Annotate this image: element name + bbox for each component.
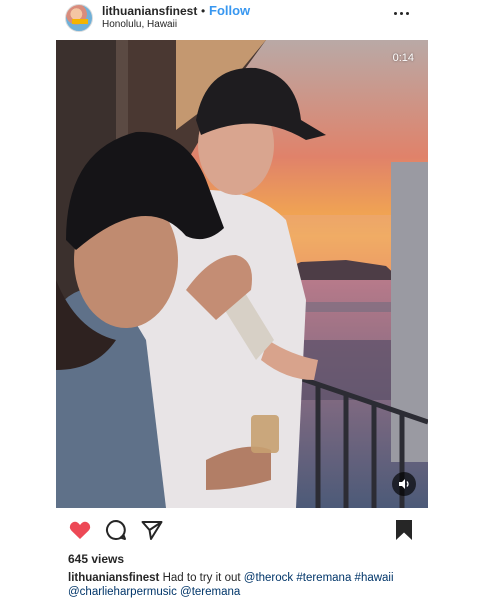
follow-button[interactable]: Follow — [209, 3, 250, 18]
caption-mention[interactable]: @therock — [244, 572, 293, 584]
post-video[interactable]: 0:14 — [56, 40, 428, 508]
speaker-icon[interactable] — [392, 472, 416, 496]
separator-dot: • — [201, 4, 206, 18]
post-location[interactable]: Honolulu, Hawaii — [102, 19, 177, 30]
share-paper-plane-icon[interactable] — [140, 518, 164, 542]
post-username[interactable]: lithuaniansfinest — [102, 4, 197, 18]
more-options-icon[interactable] — [392, 6, 412, 20]
caption-mention[interactable]: @charlieharpermusic — [68, 586, 177, 598]
video-timer: 0:14 — [392, 52, 414, 64]
instagram-post: lithuaniansfinest • Follow Honolulu, Haw… — [56, 0, 428, 600]
comment-icon[interactable] — [104, 518, 128, 542]
post-caption: lithuaniansfinest Had to try it out @the… — [68, 571, 418, 599]
caption-mention[interactable]: @teremana — [180, 586, 240, 598]
video-frame — [56, 40, 428, 508]
post-header: lithuaniansfinest • Follow Honolulu, Haw… — [56, 0, 428, 40]
profile-avatar[interactable] — [65, 4, 93, 32]
view-count[interactable]: 645 views — [68, 552, 124, 566]
post-actions-bar — [56, 514, 428, 546]
caption-hashtag[interactable]: #teremana — [296, 572, 351, 584]
heart-filled-icon[interactable] — [68, 518, 92, 542]
caption-text: Had to try it out — [162, 572, 241, 584]
caption-username[interactable]: lithuaniansfinest — [68, 572, 159, 584]
bookmark-filled-icon[interactable] — [392, 518, 416, 542]
caption-hashtag[interactable]: #hawaii — [355, 572, 394, 584]
